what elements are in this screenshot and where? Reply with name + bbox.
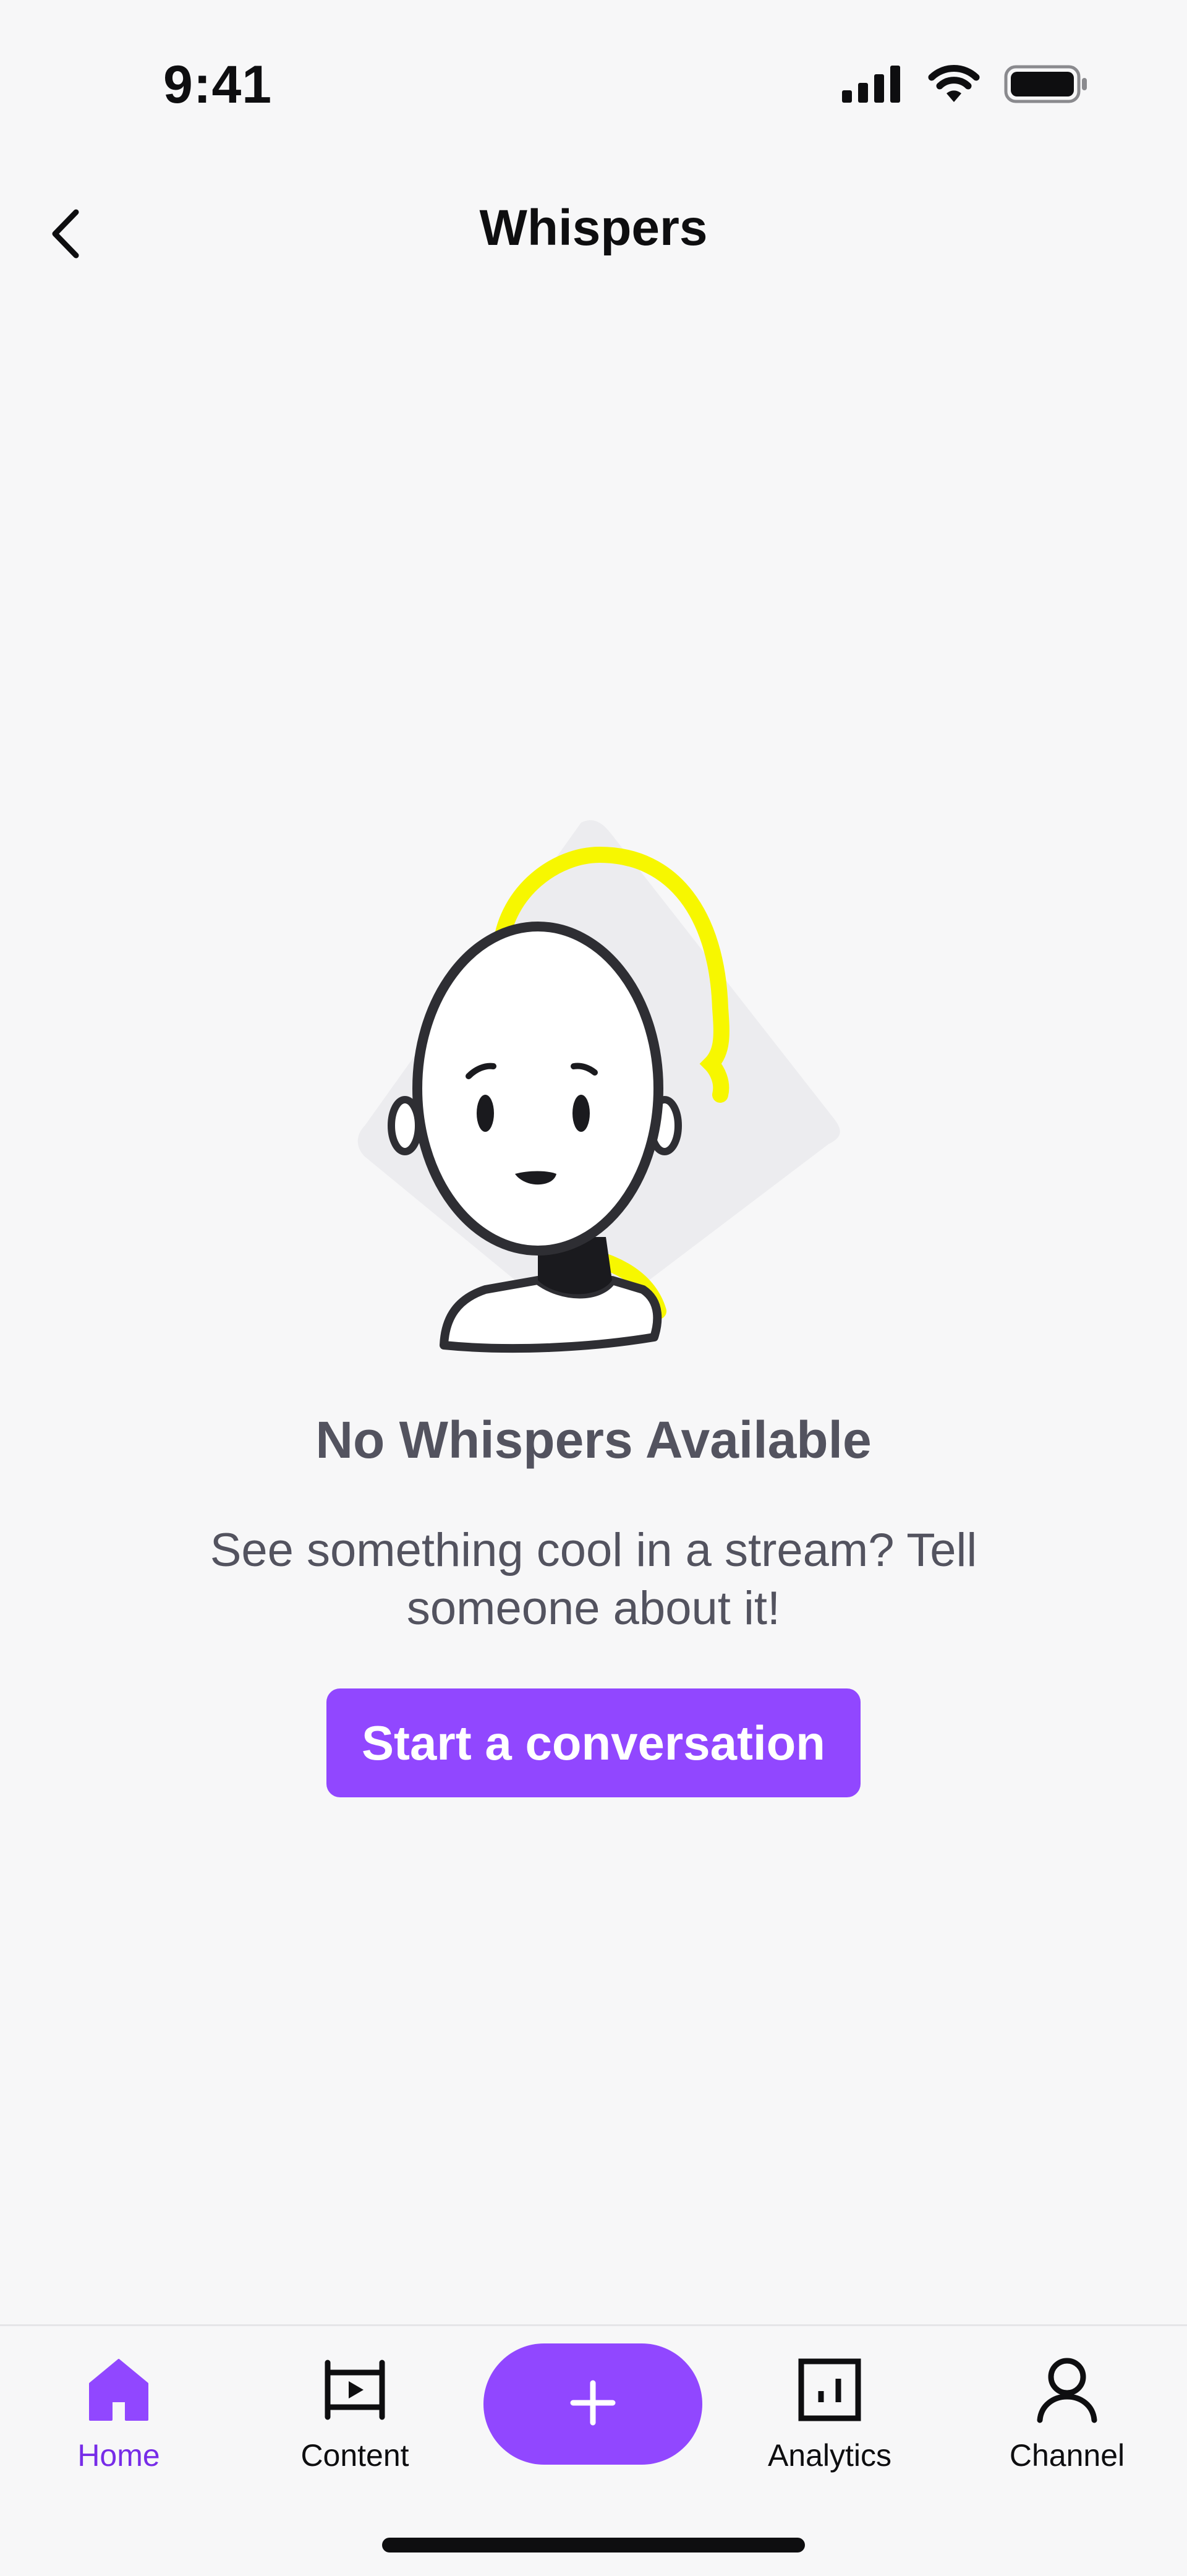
tab-content[interactable]: Content — [262, 2350, 448, 2498]
tab-home[interactable]: Home — [26, 2350, 211, 2498]
start-conversation-button[interactable]: Start a conversation — [326, 1688, 861, 1797]
tab-bar: Home Content Analytics Channel — [0, 2324, 1187, 2576]
create-button[interactable] — [483, 2343, 702, 2465]
status-time: 9:41 — [163, 55, 273, 114]
wifi-icon — [927, 65, 981, 106]
tab-analytics-label: Analytics — [767, 2438, 892, 2473]
empty-state-title: No Whispers Available — [315, 1411, 872, 1469]
empty-state-message: See something cool in a stream? Tell som… — [210, 1524, 977, 1635]
tab-content-label: Content — [300, 2438, 409, 2473]
plus-icon — [568, 2378, 618, 2431]
bar-chart-icon — [798, 2350, 862, 2430]
home-indicator — [382, 2538, 805, 2552]
nav-bar: Whispers — [0, 161, 1187, 303]
home-icon — [88, 2350, 150, 2430]
tab-channel[interactable]: Channel — [974, 2350, 1160, 2498]
status-icons — [842, 65, 1088, 106]
battery-icon — [1004, 65, 1088, 106]
confused-person-illustration — [352, 810, 859, 1367]
status-bar: 9:41 — [0, 0, 1187, 161]
film-icon — [323, 2350, 387, 2430]
tab-home-label: Home — [77, 2438, 160, 2473]
tab-analytics[interactable]: Analytics — [737, 2350, 922, 2498]
tab-channel-label: Channel — [1009, 2438, 1125, 2473]
user-icon — [1035, 2350, 1099, 2430]
cellular-signal-icon — [842, 66, 904, 106]
page-title: Whispers — [479, 200, 708, 256]
